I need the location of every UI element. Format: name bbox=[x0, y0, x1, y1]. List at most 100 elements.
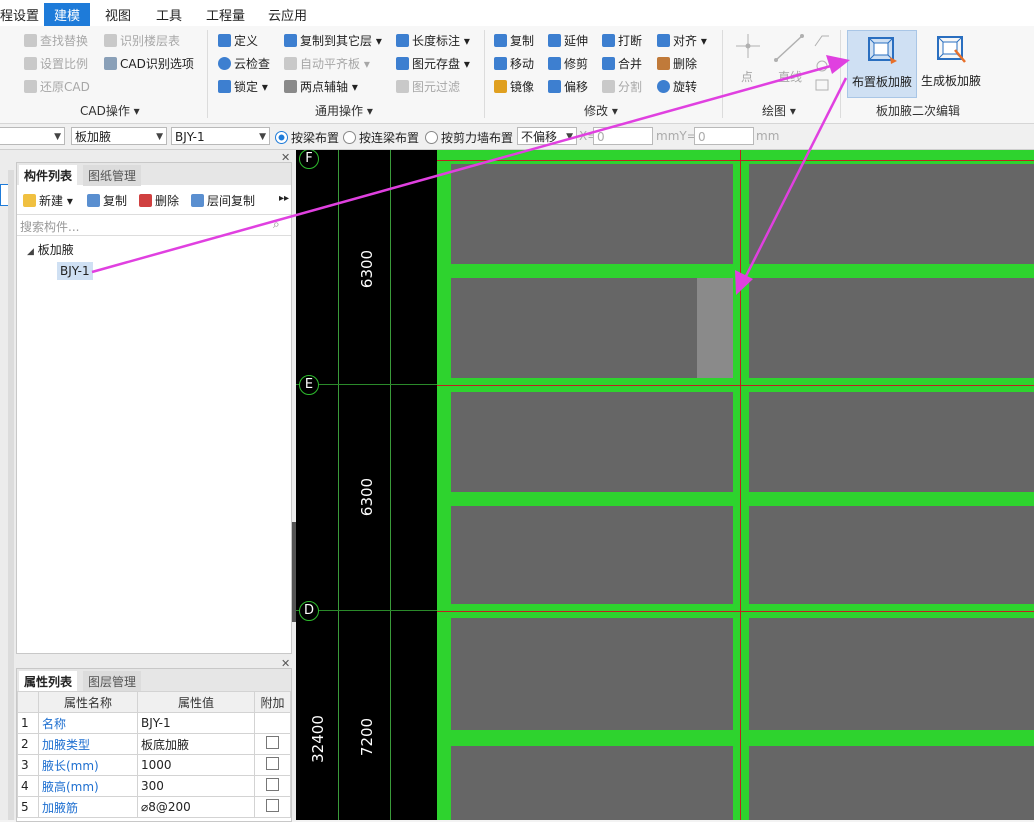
radio-by-shear-wall[interactable]: 按剪力墙布置 bbox=[425, 129, 513, 146]
element-save-button[interactable]: 图元存盘 ▾ bbox=[396, 55, 470, 72]
radio-by-beam[interactable]: 按梁布置 bbox=[275, 129, 339, 146]
group-label-cad[interactable]: CAD操作 ▾ bbox=[80, 102, 140, 119]
place-slab-haunch-button[interactable]: 布置板加腋 bbox=[847, 30, 917, 98]
cad-identify-options-button[interactable]: CAD识别选项 bbox=[104, 55, 194, 72]
element-filter-button[interactable]: 图元过滤 bbox=[396, 78, 460, 95]
filter-icon bbox=[396, 80, 409, 93]
drawing-canvas[interactable]: F E D 6300 6300 7200 32400 bbox=[296, 150, 1034, 820]
slab[interactable] bbox=[451, 164, 733, 264]
merge-button[interactable]: 合并 bbox=[602, 55, 642, 72]
arc-draw-icon[interactable] bbox=[812, 32, 832, 94]
auto-align-slab-button[interactable]: 自动平齐板 ▾ bbox=[284, 55, 370, 72]
slab[interactable] bbox=[451, 278, 733, 378]
slab-haunch-element[interactable] bbox=[697, 278, 733, 378]
menu-view[interactable]: 视图 bbox=[105, 5, 131, 24]
attach-checkbox[interactable] bbox=[266, 799, 279, 812]
set-scale-button[interactable]: 设置比例 bbox=[24, 55, 88, 72]
slab[interactable] bbox=[451, 618, 733, 730]
slab[interactable] bbox=[749, 618, 1034, 730]
delete-button[interactable]: 删除 bbox=[657, 55, 697, 72]
slab[interactable] bbox=[749, 506, 1034, 604]
trim-button[interactable]: 修剪 bbox=[548, 55, 588, 72]
floor-select[interactable]: ▼ bbox=[0, 127, 65, 145]
length-annotation-button[interactable]: 长度标注 ▾ bbox=[396, 32, 470, 49]
move-button[interactable]: 移动 bbox=[494, 55, 534, 72]
rotate-button[interactable]: 旋转 bbox=[657, 78, 697, 95]
group-label-modify[interactable]: 修改 ▾ bbox=[584, 102, 618, 119]
table-row[interactable]: 4 腋高(mm) 300 bbox=[17, 775, 291, 797]
menu-quantity[interactable]: 工程量 bbox=[206, 5, 245, 24]
ribbon-divider bbox=[484, 30, 485, 118]
identify-floor-table-button[interactable]: 识别楼层表 bbox=[104, 32, 180, 49]
slab[interactable] bbox=[451, 506, 733, 604]
restore-cad-button[interactable]: 还原CAD bbox=[24, 78, 90, 95]
menu-project-settings[interactable]: 程设置 bbox=[0, 5, 39, 24]
slab[interactable] bbox=[749, 392, 1034, 492]
dimension-6300-top: 6300 bbox=[358, 249, 377, 289]
group-label-general[interactable]: 通用操作 ▾ bbox=[315, 102, 373, 119]
extend-button[interactable]: 延伸 bbox=[548, 32, 588, 49]
cloud-check-button[interactable]: 云检查 bbox=[218, 55, 270, 72]
lock-button[interactable]: 锁定 ▾ bbox=[218, 78, 268, 95]
component-select[interactable]: BJY-1 ▼ bbox=[171, 127, 270, 145]
table-row[interactable]: 3 腋长(mm) 1000 bbox=[17, 754, 291, 776]
tab-drawing-management[interactable]: 图纸管理 bbox=[83, 165, 142, 186]
point-draw-icon[interactable] bbox=[734, 32, 762, 60]
new-component-button[interactable]: 新建 ▾ bbox=[23, 192, 73, 209]
generate-haunch-icon bbox=[937, 36, 966, 63]
two-point-axis-button[interactable]: 两点辅轴 ▾ bbox=[284, 78, 358, 95]
offset-select[interactable]: 不偏移 ▼ bbox=[517, 127, 577, 145]
tab-layer-management[interactable]: 图层管理 bbox=[83, 671, 142, 692]
align-icon bbox=[657, 34, 670, 47]
break-button[interactable]: 打断 bbox=[602, 32, 642, 49]
offset-button[interactable]: 偏移 bbox=[548, 78, 588, 95]
copy-component-button[interactable]: 复制 bbox=[87, 192, 127, 209]
new-icon bbox=[23, 194, 36, 207]
menu-modeling[interactable]: 建模 bbox=[44, 3, 91, 26]
copy-between-floors-button[interactable]: 层间复制 bbox=[191, 192, 255, 209]
search-input[interactable]: 搜索构件... ⌕ bbox=[17, 214, 291, 236]
tab-component-list[interactable]: 构件列表 bbox=[19, 165, 78, 186]
length-icon bbox=[396, 34, 409, 47]
tree-group-haunch[interactable]: ◢ 板加腋 bbox=[27, 241, 74, 258]
find-replace-button[interactable]: 查找替换 bbox=[24, 32, 88, 49]
property-list-panel: 属性列表 图层管理 属性名称 属性值 附加 1 名称 BJY-1 2 加腋类型 … bbox=[16, 668, 292, 822]
split-button[interactable]: 分割 bbox=[602, 78, 642, 95]
attach-checkbox[interactable] bbox=[266, 736, 279, 749]
generate-slab-haunch-button[interactable]: 生成板加腋 bbox=[917, 30, 985, 96]
y-offset-input[interactable]: 0 bbox=[694, 127, 754, 145]
mirror-button[interactable]: 镜像 bbox=[494, 78, 534, 95]
table-row[interactable]: 1 名称 BJY-1 bbox=[17, 712, 291, 734]
chevron-down-icon: ▼ bbox=[54, 132, 61, 142]
copy-to-other-layer-button[interactable]: 复制到其它层 ▾ bbox=[284, 32, 382, 49]
slab[interactable] bbox=[749, 164, 1034, 264]
slab[interactable] bbox=[749, 746, 1034, 820]
slab[interactable] bbox=[451, 746, 733, 820]
define-button[interactable]: 定义 bbox=[218, 32, 258, 49]
component-type-select[interactable]: 板加腋 ▼ bbox=[71, 127, 167, 145]
attach-checkbox[interactable] bbox=[266, 757, 279, 770]
tab-property-list[interactable]: 属性列表 bbox=[19, 671, 78, 692]
ribbon-divider bbox=[840, 30, 841, 118]
radio-by-coupling-beam[interactable]: 按连梁布置 bbox=[343, 129, 419, 146]
left-panel: ✕ 构件列表 图纸管理 新建 ▾ 复制 删除 层间复制 ▸▸ 搜索构件... ⌕… bbox=[0, 150, 296, 822]
slab[interactable] bbox=[749, 278, 1034, 378]
slab[interactable] bbox=[451, 392, 733, 492]
cad-options-icon bbox=[104, 57, 117, 70]
attach-checkbox[interactable] bbox=[266, 778, 279, 791]
group-label-draw[interactable]: 绘图 ▾ bbox=[762, 102, 796, 119]
more-icon[interactable]: ▸▸ bbox=[279, 193, 289, 204]
define-icon bbox=[218, 34, 231, 47]
menu-cloud[interactable]: 云应用 bbox=[268, 5, 307, 24]
delete-component-button[interactable]: 删除 bbox=[139, 192, 179, 209]
x-offset-input[interactable]: 0 bbox=[593, 127, 653, 145]
table-row[interactable]: 2 加腋类型 板底加腋 bbox=[17, 733, 291, 755]
table-row[interactable]: 5 加腋筋 ⌀8@200 bbox=[17, 796, 291, 818]
menu-tools[interactable]: 工具 bbox=[156, 5, 182, 24]
tree-item-bjy1[interactable]: BJY-1 bbox=[57, 262, 93, 280]
align-button[interactable]: 对齐 ▾ bbox=[657, 32, 707, 49]
group-label-haunch: 板加腋二次编辑 bbox=[876, 104, 961, 118]
copy-button[interactable]: 复制 bbox=[494, 32, 534, 49]
rotate-icon bbox=[657, 80, 670, 93]
line-draw-icon[interactable] bbox=[773, 32, 805, 64]
